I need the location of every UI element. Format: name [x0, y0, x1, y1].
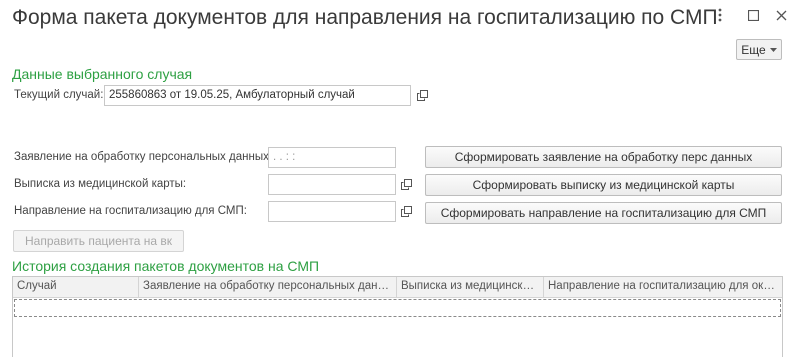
referral-label: Направление на госпитализацию для СМП: [14, 205, 247, 217]
column-header-referral[interactable]: Направление на госпитализацию для оказ..… [544, 277, 782, 297]
current-case-field[interactable]: 255860863 от 19.05.25, Амбулаторный случ… [104, 85, 411, 106]
table-row[interactable] [14, 299, 781, 317]
column-header-consent[interactable]: Заявление на обработку персональных данн… [139, 277, 397, 297]
open-icon[interactable] [414, 87, 430, 103]
more-button[interactable]: Еще [736, 39, 782, 60]
medical-extract-field[interactable] [268, 174, 396, 195]
history-section-title: История создания пакетов документов на С… [12, 258, 320, 274]
window-title: Форма пакета документов для направления … [12, 6, 718, 29]
open-icon[interactable] [398, 176, 414, 192]
generate-extract-button[interactable]: Сформировать выписку из медицинской карт… [425, 174, 782, 196]
close-icon[interactable] [772, 8, 790, 26]
open-icon[interactable] [398, 203, 414, 219]
generate-referral-button[interactable]: Сформировать направление на госпитализац… [425, 202, 782, 224]
table-header: Случай Заявление на обработку персональн… [13, 277, 782, 298]
vertical-dots-icon[interactable] [711, 8, 729, 27]
history-table[interactable]: Случай Заявление на обработку персональн… [12, 276, 783, 357]
maximize-icon[interactable] [744, 8, 762, 26]
selected-case-section-title: Данные выбранного случая [12, 66, 193, 82]
current-case-label: Текущий случай: [14, 89, 104, 101]
medical-extract-label: Выписка из медицинской карты: [14, 178, 187, 190]
column-header-case[interactable]: Случай [13, 277, 139, 297]
consent-label: Заявление на обработку персональных данн… [14, 151, 273, 163]
generate-consent-button[interactable]: Сформировать заявление на обработку перс… [425, 146, 782, 168]
dropdown-arrow-icon [769, 47, 777, 52]
column-header-extract[interactable]: Выписка из медицинской ... [397, 277, 544, 297]
referral-field[interactable] [268, 201, 396, 222]
consent-date-field[interactable]: . . : : [268, 147, 396, 168]
send-to-commission-button[interactable]: Направить пациента на вк [13, 230, 184, 252]
more-button-label: Еще [741, 42, 766, 57]
